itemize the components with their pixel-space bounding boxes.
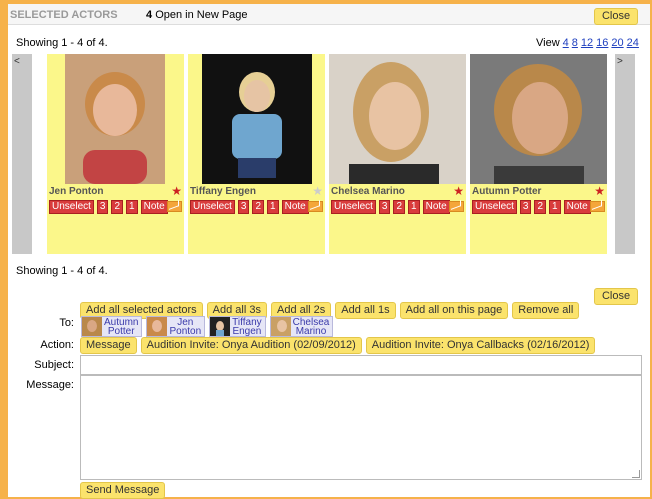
star-icon[interactable]: ★ bbox=[453, 185, 464, 197]
add-all-1s-button[interactable]: Add all 1s bbox=[335, 302, 396, 319]
rank-1-button[interactable]: 1 bbox=[549, 200, 561, 214]
recipient-avatar bbox=[210, 317, 231, 336]
note-button[interactable]: Note bbox=[140, 200, 168, 214]
unselect-button[interactable]: Unselect bbox=[472, 200, 517, 214]
mail-icon[interactable] bbox=[308, 201, 323, 212]
actor-cards: Jen Ponton ★ Unselect 3 2 1 Note Tiffany… bbox=[47, 54, 611, 254]
view-option-8[interactable]: 8 bbox=[572, 37, 578, 49]
showing-count-top: Showing 1 - 4 of 4. bbox=[16, 37, 108, 49]
star-empty-icon[interactable]: ★ bbox=[312, 185, 323, 197]
action-options: Message Audition Invite: Onya Audition (… bbox=[80, 337, 596, 354]
recipient-chip[interactable]: Autumn Potter bbox=[81, 316, 143, 337]
star-icon[interactable]: ★ bbox=[594, 185, 605, 197]
action-message-button[interactable]: Message bbox=[80, 337, 137, 354]
card-actions: Unselect 3 2 1 Note bbox=[190, 200, 309, 214]
recipient-chip[interactable]: Jen Ponton bbox=[146, 316, 206, 337]
actor-name[interactable]: Autumn Potter bbox=[472, 186, 541, 197]
prev-page-arrow[interactable]: < bbox=[12, 54, 32, 254]
card-actions: Unselect 3 2 1 Note bbox=[331, 200, 450, 214]
recipient-avatar bbox=[82, 317, 102, 336]
message-textarea[interactable] bbox=[80, 375, 642, 480]
remove-all-button[interactable]: Remove all bbox=[512, 302, 580, 319]
actor-photo[interactable] bbox=[470, 54, 607, 184]
mail-icon[interactable] bbox=[167, 201, 182, 212]
actor-card: Chelsea Marino ★ Unselect 3 2 1 Note bbox=[329, 54, 466, 254]
subject-input[interactable] bbox=[80, 355, 642, 375]
rank-2-button[interactable]: 2 bbox=[534, 200, 547, 214]
actor-photo[interactable] bbox=[202, 54, 312, 184]
resize-grip-icon[interactable] bbox=[632, 470, 640, 478]
unselect-button[interactable]: Unselect bbox=[190, 200, 235, 214]
subject-label: Subject: bbox=[34, 359, 74, 371]
send-message-button[interactable]: Send Message bbox=[80, 482, 166, 499]
showing-count-bottom: Showing 1 - 4 of 4. bbox=[16, 265, 108, 277]
recipient-chip[interactable]: Tiffany Engen bbox=[209, 316, 266, 337]
recipient-chip[interactable]: Chelsea Marino bbox=[269, 316, 334, 337]
mail-icon[interactable] bbox=[449, 201, 464, 212]
close-button-top[interactable]: Close bbox=[594, 8, 638, 25]
message-label: Message: bbox=[26, 379, 74, 391]
view-option-4[interactable]: 4 bbox=[563, 37, 569, 49]
open-in-new-page-link[interactable]: 4 Open in New Page bbox=[146, 9, 248, 21]
recipient-avatar bbox=[270, 317, 291, 336]
view-option-16[interactable]: 16 bbox=[596, 37, 608, 49]
panel-title: SELECTED ACTORS bbox=[10, 9, 118, 21]
actor-photo[interactable] bbox=[65, 54, 165, 184]
action-label: Action: bbox=[40, 339, 74, 351]
rank-2-button[interactable]: 2 bbox=[252, 200, 265, 214]
card-actions: Unselect 3 2 1 Note bbox=[472, 200, 591, 214]
actor-name[interactable]: Jen Ponton bbox=[49, 186, 103, 197]
action-callback-invite-button[interactable]: Audition Invite: Onya Callbacks (02/16/2… bbox=[365, 337, 596, 354]
view-option-12[interactable]: 12 bbox=[581, 37, 593, 49]
rank-1-button[interactable]: 1 bbox=[267, 200, 279, 214]
rank-3-button[interactable]: 3 bbox=[96, 200, 109, 214]
close-button-bottom[interactable]: Close bbox=[594, 288, 638, 305]
next-page-arrow[interactable]: > bbox=[615, 54, 635, 254]
star-icon[interactable]: ★ bbox=[171, 185, 182, 197]
rank-1-button[interactable]: 1 bbox=[408, 200, 420, 214]
view-option-20[interactable]: 20 bbox=[611, 37, 623, 49]
action-audition-invite-button[interactable]: Audition Invite: Onya Audition (02/09/20… bbox=[140, 337, 362, 354]
actor-card: Tiffany Engen ★ Unselect 3 2 1 Note bbox=[188, 54, 325, 254]
unselect-button[interactable]: Unselect bbox=[331, 200, 376, 214]
rank-1-button[interactable]: 1 bbox=[126, 200, 138, 214]
rank-3-button[interactable]: 3 bbox=[237, 200, 250, 214]
to-label: To: bbox=[59, 317, 74, 329]
view-option-24[interactable]: 24 bbox=[627, 37, 639, 49]
panel-header: SELECTED ACTORS 4 Open in New Page Close bbox=[8, 4, 650, 25]
add-all-on-page-button[interactable]: Add all on this page bbox=[399, 302, 509, 319]
unselect-button[interactable]: Unselect bbox=[49, 200, 94, 214]
note-button[interactable]: Note bbox=[422, 200, 450, 214]
actor-name[interactable]: Tiffany Engen bbox=[190, 186, 256, 197]
actor-card: Autumn Potter ★ Unselect 3 2 1 Note bbox=[470, 54, 607, 254]
note-button[interactable]: Note bbox=[563, 200, 591, 214]
rank-2-button[interactable]: 2 bbox=[393, 200, 406, 214]
recipient-avatar bbox=[147, 317, 168, 336]
recipient-list: Autumn Potter Jen Ponton Tiffany Engen Chel… bbox=[81, 316, 334, 337]
card-actions: Unselect 3 2 1 Note bbox=[49, 200, 168, 214]
actor-photo[interactable] bbox=[329, 54, 466, 184]
view-per-page: View 4 8 12 16 20 24 bbox=[536, 37, 639, 49]
note-button[interactable]: Note bbox=[281, 200, 309, 214]
actor-card: Jen Ponton ★ Unselect 3 2 1 Note bbox=[47, 54, 184, 254]
rank-3-button[interactable]: 3 bbox=[519, 200, 532, 214]
actor-name[interactable]: Chelsea Marino bbox=[331, 186, 405, 197]
mail-icon[interactable] bbox=[590, 201, 605, 212]
rank-2-button[interactable]: 2 bbox=[111, 200, 124, 214]
rank-3-button[interactable]: 3 bbox=[378, 200, 391, 214]
selected-actors-panel: SELECTED ACTORS 4 Open in New Page Close… bbox=[8, 4, 650, 499]
